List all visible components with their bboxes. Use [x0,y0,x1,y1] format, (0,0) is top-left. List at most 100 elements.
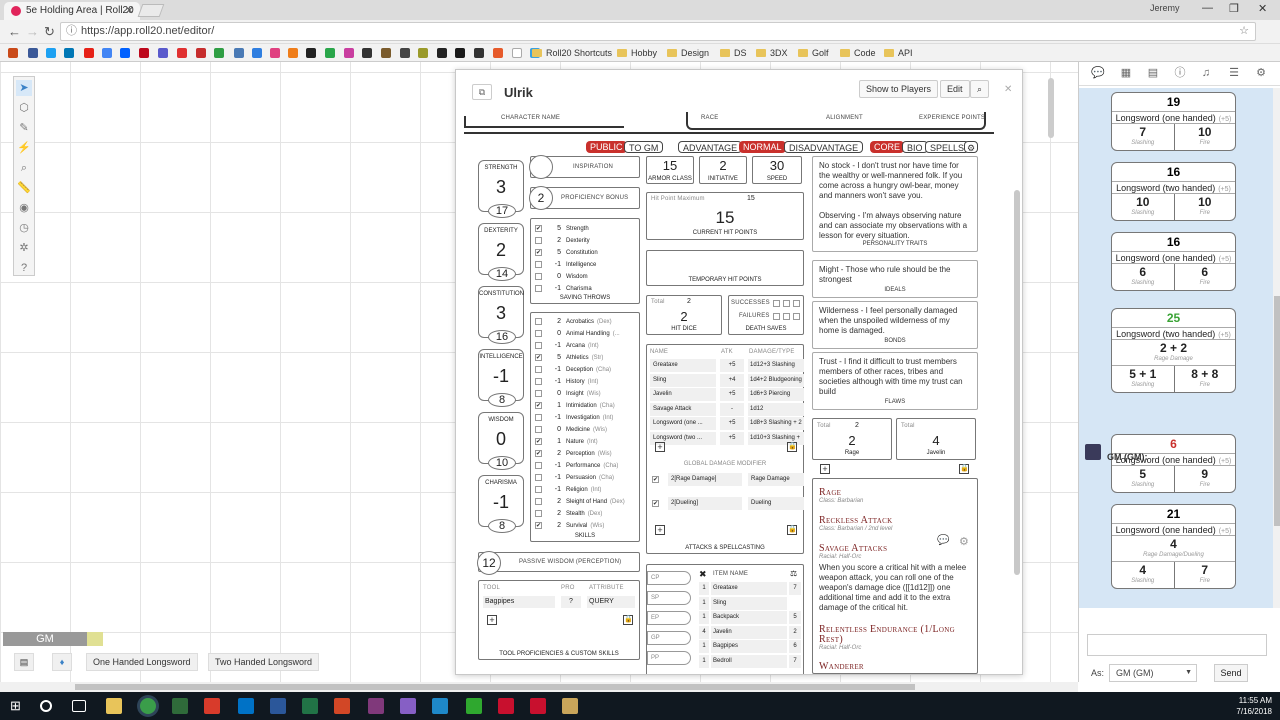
disadvantage-toggle[interactable]: DISADVANTAGE [784,141,864,153]
attack-row[interactable]: Savage Attack -1d12 [650,402,808,416]
extra-damage[interactable]: 2 + 2 Rage Damage [1112,340,1235,366]
slashing-damage[interactable]: 5 Slashing [1112,466,1174,492]
app-green-c-icon[interactable] [466,698,482,714]
browser-tab[interactable]: 5e Holding Area | Roll20 ✕ [4,2,140,20]
forward-icon[interactable]: → [26,24,39,39]
feature-savage-attacks[interactable]: Savage Attacks Racial: Half-Orc When you… [819,543,973,613]
solidworks-2018-icon[interactable] [530,698,546,714]
bookmark-pink-icon[interactable] [270,48,280,58]
skill-proficiency-checkbox[interactable] [535,413,542,421]
roll-template-card[interactable]: 25 Longsword (two handed) (+5) 2 + 2 Rage Da… [1111,308,1236,393]
minimize-icon[interactable]: — [1202,2,1213,14]
onenote-icon[interactable] [368,698,384,714]
skill-proficiency-checkbox[interactable] [535,497,542,505]
equipment-row[interactable]: 1 Bedroll 7 [699,654,803,668]
currency-field[interactable]: SP [647,591,691,605]
skill-proficiency-checkbox[interactable] [535,329,542,337]
attack-roll-total[interactable]: 25 [1112,309,1235,327]
terminal-icon[interactable] [455,48,465,58]
advantage-toggle[interactable]: ADVANTAGE [678,141,743,153]
popout-icon[interactable]: ⧉ [472,84,492,100]
inspiration-toggle[interactable] [529,155,553,179]
skill-row[interactable]: ✔ 2 Perception (Wis) [535,448,612,460]
equipment-row[interactable]: 1 Sling [699,596,803,610]
skill-row[interactable]: -1 Performance (Cha) [535,460,618,472]
bookmark-code-icon[interactable] [474,48,484,58]
chat-scrollbar[interactable] [1273,88,1280,608]
site-info-icon[interactable]: ⓘ [66,23,77,40]
skill-row[interactable]: ✔ 1 Intimidation (Cha) [535,400,615,412]
bookmark-flower-icon[interactable] [344,48,354,58]
skill-row[interactable]: 2 Sleight of Hand (Dex) [535,496,625,508]
ability-strength[interactable]: Strength 3 17 [478,160,524,218]
bookmark-green-icon[interactable] [214,48,224,58]
system-clock[interactable]: 11:55 AM 7/16/2018 [1212,695,1272,717]
gem-macro-icon[interactable]: ♦ [52,653,72,671]
save-proficiency-checkbox[interactable] [535,284,542,292]
turn-tracker-icon[interactable]: ◷ [16,220,32,236]
attack-roll-total[interactable]: 16 [1112,233,1235,251]
settings-tab-icon[interactable]: ⚙ [1254,66,1268,80]
page-icon[interactable] [512,48,522,58]
sheet-scrollbar[interactable] [1014,190,1020,575]
skill-row[interactable]: -1 Arcana (Int) [535,340,599,352]
maximize-icon[interactable]: ❐ [1229,2,1239,15]
bookmark-folder-ds[interactable]: DS [720,46,747,60]
skill-row[interactable]: -1 Persuasion (Cha) [535,472,614,484]
speaking-as-select[interactable]: GM (GM) ▼ [1109,664,1197,682]
currency-field[interactable]: PP [647,651,691,665]
bookmark-dark-icon[interactable] [362,48,372,58]
journal-tab-icon[interactable]: ▤ [1146,66,1160,80]
back-icon[interactable]: ← [8,24,21,39]
feature-wanderer[interactable]: Wanderer [819,661,864,672]
skill-proficiency-checkbox[interactable] [535,377,542,385]
bookmark-red-icon[interactable] [177,48,187,58]
chrome-icon[interactable] [140,698,156,714]
add-modifier-button[interactable]: + [655,525,665,535]
equipment-row[interactable]: 1 Greataxe 7 [699,582,803,595]
show-to-players-button[interactable]: Show to Players [859,80,939,98]
roll-template-card[interactable]: 21 Longsword (one handed) (+5) 4 Rage Damage… [1111,504,1236,589]
ability-intelligence[interactable]: Intelligence -1 8 [478,349,524,407]
attack-row[interactable]: Greataxe +5 1d12+3 Slashing [650,359,808,372]
saving-throw-row[interactable]: ✔ 5 Constitution [535,247,598,259]
saving-throw-row[interactable]: 0 Wisdom [535,271,588,283]
word-icon[interactable] [270,698,286,714]
draw-tool-icon[interactable]: ✎ [16,120,32,136]
failure-check-3[interactable] [793,313,800,320]
skill-row[interactable]: -1 Religion (Int) [535,484,601,496]
bookmark-folder-design[interactable]: Design [667,46,709,60]
skill-row[interactable]: 0 Animal Handling (... [535,328,620,340]
task-view-icon[interactable] [72,700,86,712]
chat-tab-icon[interactable]: 💬 [1091,66,1105,80]
fx-tool-icon[interactable]: ⚡ [16,140,32,156]
macro-two-handed[interactable]: Two Handed Longsword [208,653,320,671]
skill-row[interactable]: 0 Insight (Wis) [535,388,601,400]
skill-proficiency-checkbox[interactable] [535,485,542,493]
save-proficiency-checkbox[interactable] [535,260,542,268]
delete-item-icon[interactable]: ✖ [699,569,707,580]
lock-tools-icon[interactable]: 🔒 [623,615,633,625]
fire-damage[interactable]: 6 Fire [1173,264,1236,290]
ability-dexterity[interactable]: Dexterity 2 14 [478,223,524,281]
chat-input[interactable] [1087,634,1267,656]
close-tab-icon[interactable]: ✕ [125,2,134,20]
currency-field[interactable]: GP [647,631,691,645]
amazon-icon[interactable] [306,48,316,58]
skill-row[interactable]: ✔ 1 Nature (Int) [535,436,598,448]
skill-row[interactable]: ✔ 2 Survival (Wis) [535,520,604,532]
currency-field[interactable]: CP [647,571,691,585]
select-tool-icon[interactable]: ➤ [16,80,32,96]
spells-tab[interactable]: SPELLS [925,141,970,153]
jukebox-tab-icon[interactable]: ♫ [1199,66,1213,80]
equipment-row[interactable]: 4 Javelin 2 [699,625,803,639]
skill-proficiency-checkbox[interactable] [535,461,542,469]
public-toggle[interactable]: PUBLIC [586,141,627,153]
rage-value[interactable]: 2 [813,433,891,448]
attack-roll-total[interactable]: 19 [1112,93,1235,111]
attack-roll-total[interactable]: 6 [1112,435,1235,453]
gmail-icon[interactable] [196,48,206,58]
bookmark-chat-icon[interactable] [325,48,335,58]
bookmark-p-icon[interactable] [158,48,168,58]
skill-proficiency-checkbox[interactable] [535,425,542,433]
